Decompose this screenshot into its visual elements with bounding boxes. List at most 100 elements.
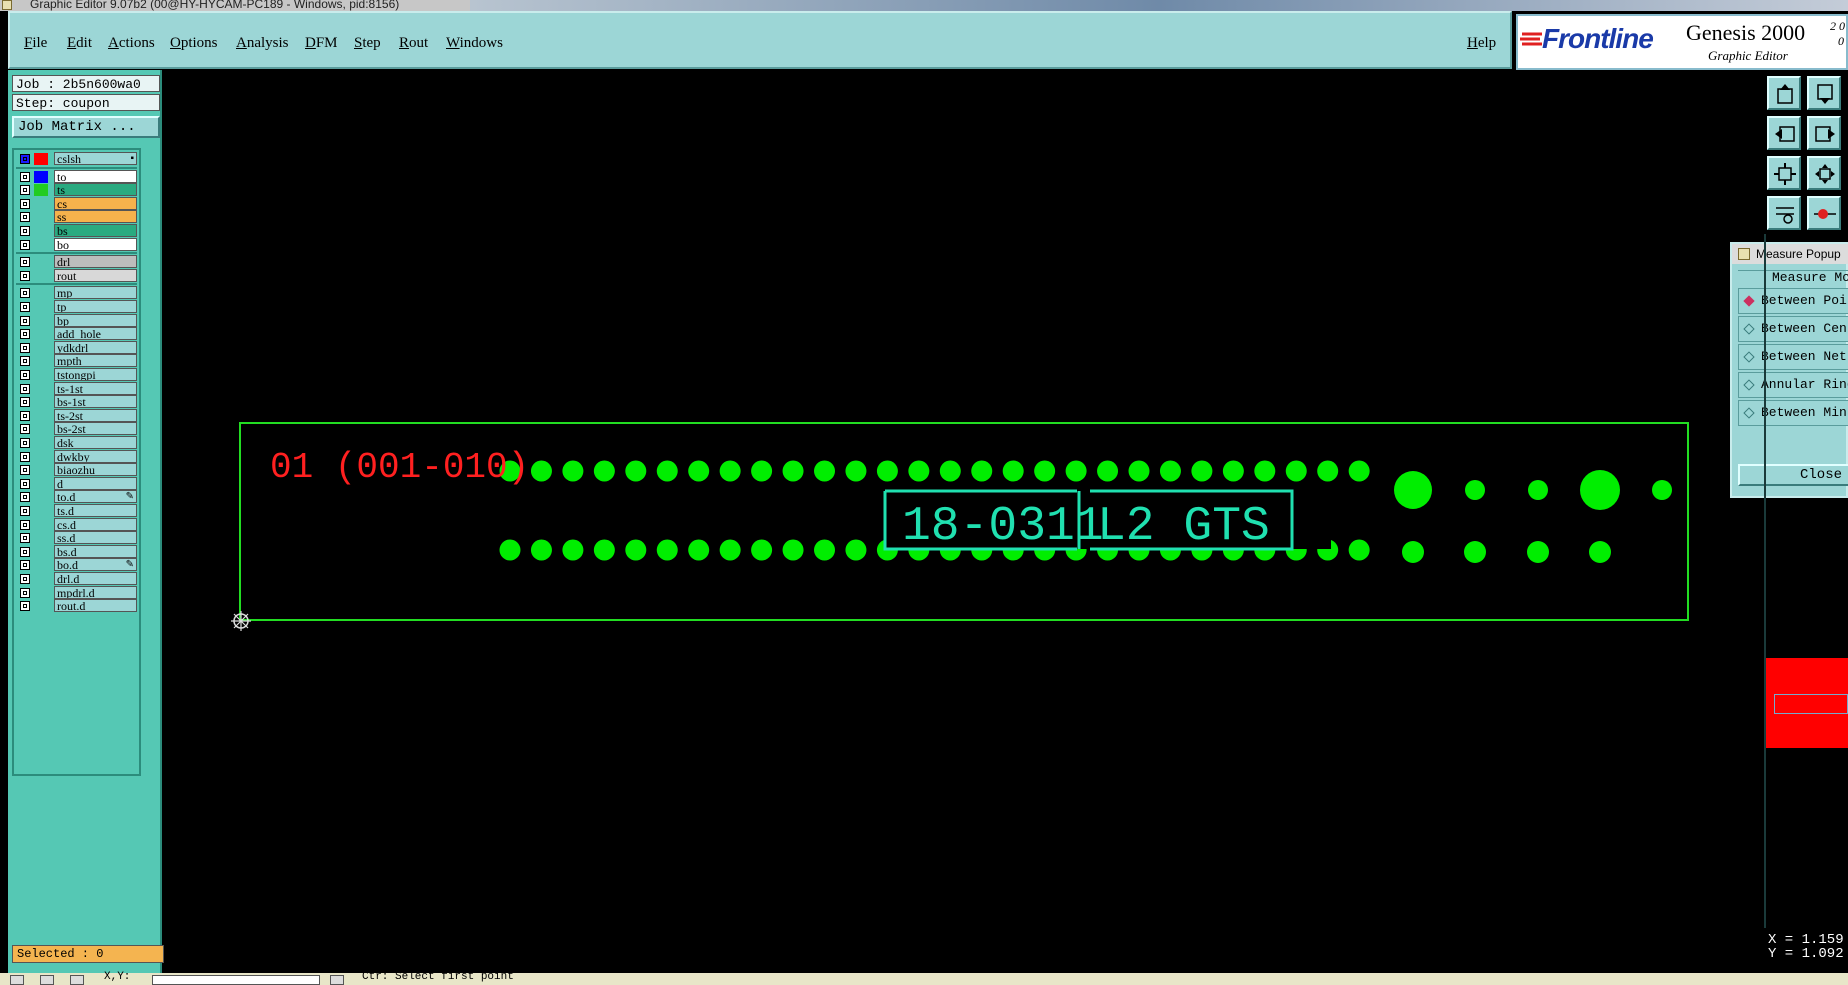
layer-row-bo-d[interactable]: bo.d ✎	[16, 558, 137, 572]
layer-color-swatch[interactable]	[34, 184, 48, 197]
layer-name[interactable]: rout	[54, 268, 137, 282]
layer-color-swatch[interactable]	[34, 491, 48, 503]
overview-viewport[interactable]	[1774, 694, 1848, 714]
layer-color-swatch[interactable]	[34, 153, 48, 165]
layer-name[interactable]: tstongpi	[54, 368, 137, 381]
layer-checkbox[interactable]	[20, 560, 30, 571]
graphic-canvas[interactable]: 18-0311 L2 GTS 01 (001-010)	[162, 70, 1764, 973]
menu-dfm[interactable]: DFM	[305, 35, 338, 52]
layer-row-drl[interactable]: drl	[16, 255, 137, 269]
layer-checkbox[interactable]	[20, 533, 30, 544]
layer-checkbox[interactable]	[20, 212, 30, 223]
layer-color-swatch[interactable]	[34, 301, 48, 313]
layer-row-biaozhu[interactable]: biaozhu	[16, 463, 137, 477]
layer-name[interactable]: ts.d	[54, 504, 137, 517]
layer-name[interactable]: biaozhu	[54, 463, 137, 477]
layer-color-swatch[interactable]	[34, 270, 48, 282]
layer-row-mpth[interactable]: mpth	[16, 354, 137, 368]
layer-name[interactable]: drl.d	[54, 572, 137, 585]
measure-between-points[interactable]: Between Points	[1738, 288, 1848, 314]
layer-checkbox[interactable]	[20, 198, 30, 209]
layer-row-to-d[interactable]: to.d ✎	[16, 490, 137, 504]
layer-color-swatch[interactable]	[34, 383, 48, 395]
layer-name[interactable]: ts-2st	[54, 408, 137, 422]
measure-close-button[interactable]: Close	[1738, 464, 1848, 486]
layer-row-tstongpi[interactable]: tstongpi	[16, 368, 137, 382]
menu-windows[interactable]: Windows	[446, 35, 503, 52]
measure-button[interactable]	[1807, 196, 1841, 230]
menu-options[interactable]: Options	[170, 35, 218, 52]
layer-row-drl-d[interactable]: drl.d	[16, 572, 137, 586]
layer-row-mp[interactable]: mp	[16, 286, 137, 300]
layer-name[interactable]: ss.d	[54, 531, 137, 545]
layer-color-swatch[interactable]	[34, 396, 48, 408]
layer-name[interactable]: bo.d ✎	[54, 558, 137, 572]
layer-row-d[interactable]: d	[16, 476, 137, 491]
layer-color-swatch[interactable]	[34, 198, 48, 210]
layer-name[interactable]: cslsh ▪	[54, 152, 137, 165]
layer-row-to[interactable]: to	[16, 169, 137, 184]
layer-name[interactable]: add_hole	[54, 327, 137, 341]
layer-row-bs-d[interactable]: bs.d	[16, 544, 137, 559]
layer-name[interactable]: d	[54, 476, 137, 490]
layer-color-swatch[interactable]	[34, 546, 48, 558]
layer-checkbox[interactable]	[20, 154, 30, 164]
overview-map[interactable]	[1764, 658, 1848, 748]
layer-row-bo[interactable]: bo	[16, 237, 137, 252]
layer-checkbox[interactable]	[20, 257, 30, 268]
layer-color-swatch[interactable]	[34, 519, 48, 531]
layer-checkbox[interactable]	[20, 519, 30, 530]
layer-color-swatch[interactable]	[34, 505, 48, 517]
layer-name[interactable]: bs-1st	[54, 395, 137, 409]
layer-checkbox[interactable]	[20, 546, 30, 557]
layer-row-ss-d[interactable]: ss.d	[16, 531, 137, 545]
layer-color-swatch[interactable]	[34, 211, 48, 223]
layer-name[interactable]: bo	[54, 237, 137, 251]
measure-between-centers[interactable]: Between Centers	[1738, 316, 1848, 342]
enter-icon[interactable]	[330, 975, 344, 985]
layer-row-bp[interactable]: bp	[16, 313, 137, 328]
layer-name[interactable]: bp	[54, 313, 137, 327]
layer-row-ts-2st[interactable]: ts-2st	[16, 408, 137, 423]
layer-color-swatch[interactable]	[34, 423, 48, 435]
layer-checkbox[interactable]	[20, 342, 30, 353]
layer-checkbox[interactable]	[20, 478, 30, 489]
layer-color-swatch[interactable]	[34, 464, 48, 476]
layer-row-cs[interactable]: cs	[16, 196, 137, 211]
menu-help[interactable]: Help	[1467, 35, 1496, 52]
layer-checkbox[interactable]	[20, 315, 30, 326]
layer-color-swatch[interactable]	[34, 342, 48, 354]
layer-name[interactable]: dsk	[54, 436, 137, 449]
menu-analysis[interactable]: Analysis	[236, 35, 289, 52]
layer-color-swatch[interactable]	[34, 315, 48, 327]
layer-name[interactable]: drl	[54, 255, 137, 269]
layer-checkbox[interactable]	[20, 370, 30, 380]
layer-row-dsk[interactable]: dsk	[16, 436, 137, 450]
layer-checkbox[interactable]	[20, 270, 30, 281]
layer-name[interactable]: mp	[54, 286, 137, 300]
layer-color-swatch[interactable]	[34, 369, 48, 381]
layer-checkbox[interactable]	[20, 288, 30, 299]
layer-row-ts[interactable]: ts	[16, 183, 137, 197]
layer-checkbox[interactable]	[20, 185, 30, 196]
layer-name[interactable]: bs	[54, 224, 137, 237]
layer-icon[interactable]	[70, 975, 84, 985]
layer-color-swatch[interactable]	[34, 600, 48, 612]
layer-name[interactable]: mpdrl.d	[54, 585, 137, 599]
layer-row-mpdrl-d[interactable]: mpdrl.d	[16, 585, 137, 600]
settings-button[interactable]	[1767, 196, 1801, 230]
snap-icon[interactable]	[10, 975, 24, 985]
menu-rout[interactable]: Rout	[399, 35, 428, 52]
measure-between-min[interactable]: Between Min	[1738, 400, 1848, 426]
layer-row-tp[interactable]: tp	[16, 300, 137, 314]
layer-name[interactable]: bs-2st	[54, 422, 137, 436]
zoom-center-button[interactable]	[1807, 156, 1841, 190]
layer-name[interactable]: mpth	[54, 354, 137, 368]
layer-color-swatch[interactable]	[34, 410, 48, 422]
layer-color-swatch[interactable]	[34, 451, 48, 463]
pan-right-button[interactable]	[1807, 116, 1841, 150]
layer-row-rout[interactable]: rout	[16, 268, 137, 283]
xy-input[interactable]	[152, 975, 320, 985]
measure-annular-ring[interactable]: Annular Ring	[1738, 372, 1848, 398]
layer-row-ydkdrl[interactable]: ydkdrl	[16, 340, 137, 355]
